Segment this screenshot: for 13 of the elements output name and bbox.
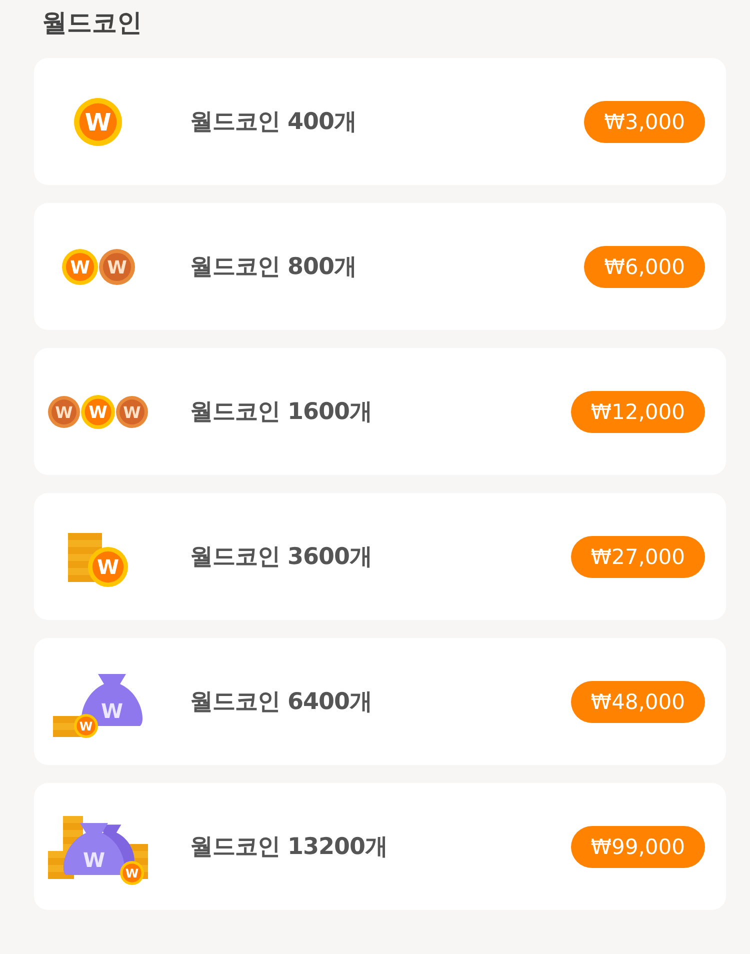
price-button[interactable]: ₩12,000 bbox=[570, 390, 705, 432]
section-title: 월드코인 bbox=[42, 7, 143, 39]
price-button[interactable]: ₩99,000 bbox=[570, 826, 705, 868]
product-name: 월드코인 1600개 bbox=[190, 398, 374, 427]
price-button[interactable]: ₩3,000 bbox=[584, 100, 705, 142]
price-button[interactable]: ₩27,000 bbox=[570, 536, 705, 578]
product-name: 월드코인 800개 bbox=[190, 253, 358, 282]
product-name: 월드코인 3600개 bbox=[190, 543, 374, 572]
price-button[interactable]: ₩48,000 bbox=[570, 680, 705, 722]
product-name: 월드코인 400개 bbox=[190, 108, 358, 137]
product-name: 월드코인 6400개 bbox=[190, 688, 374, 717]
product-name: 월드코인 13200개 bbox=[190, 833, 389, 862]
price-button[interactable]: ₩6,000 bbox=[584, 246, 705, 288]
